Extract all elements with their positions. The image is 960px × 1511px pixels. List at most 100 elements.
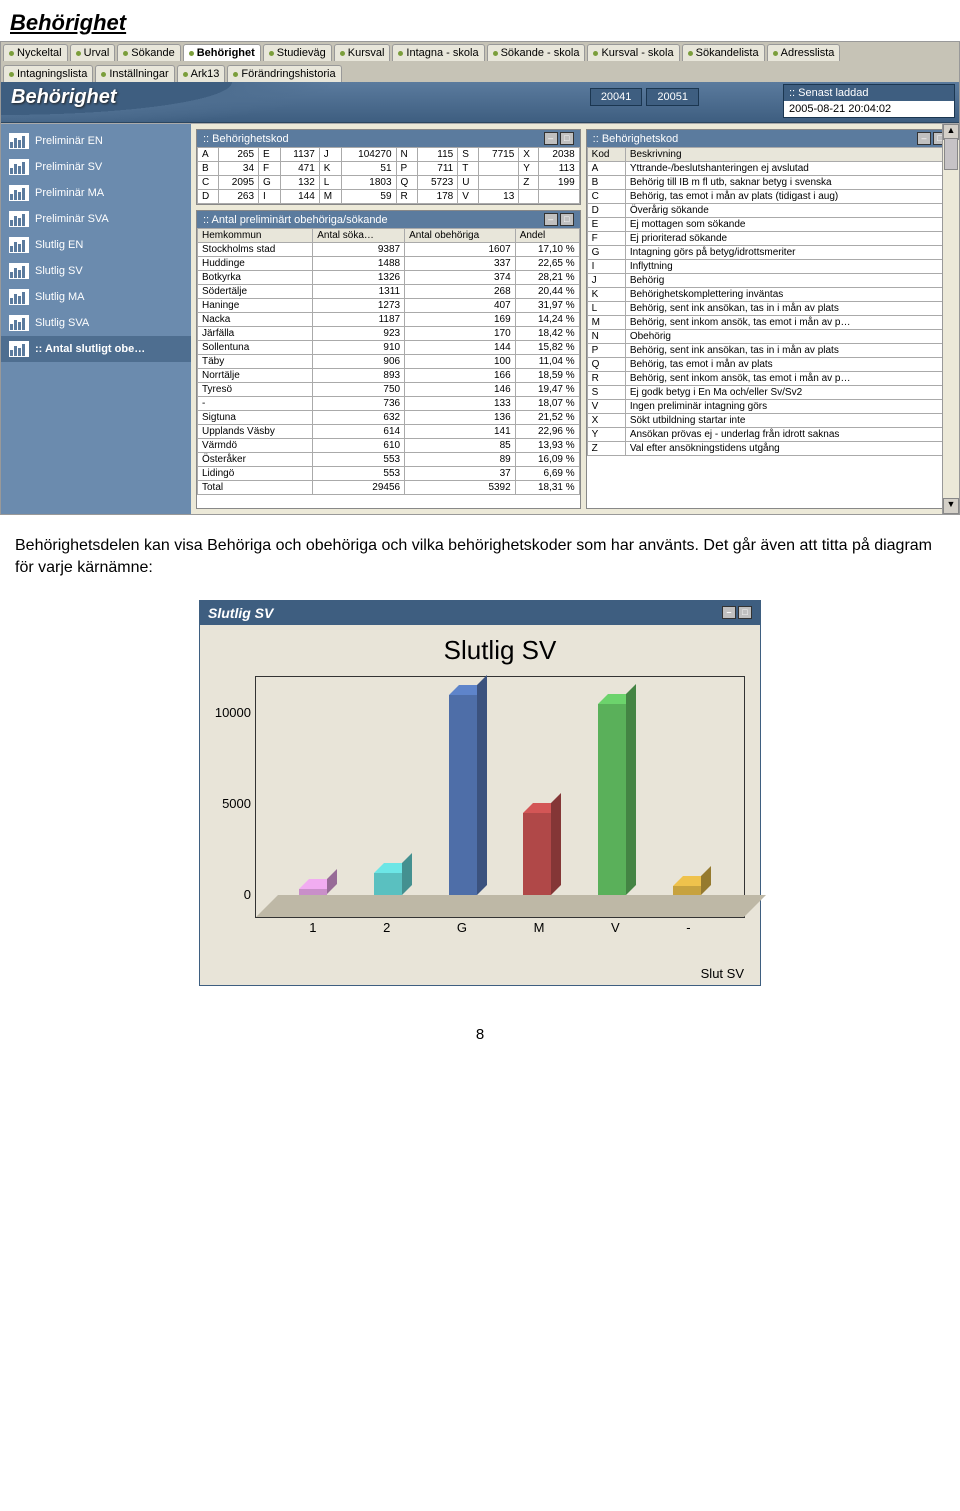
tab-dot-icon bbox=[269, 51, 274, 56]
col-header[interactable]: Hemkommun bbox=[198, 229, 313, 243]
panel-obehöriga: :: Antal preliminärt obehöriga/sökande –… bbox=[196, 210, 581, 509]
minimize-icon[interactable]: – bbox=[544, 213, 558, 226]
tab-dot-icon bbox=[493, 51, 498, 56]
table-row: Upplands Väsby61414122,96 % bbox=[198, 425, 580, 439]
cell: 144 bbox=[280, 190, 319, 204]
cell: 11,04 % bbox=[515, 355, 579, 369]
col-header[interactable]: Antal söka… bbox=[313, 229, 405, 243]
maximize-icon[interactable]: □ bbox=[738, 606, 752, 619]
vertical-scrollbar[interactable]: ▲ ▼ bbox=[942, 124, 959, 514]
maximize-icon[interactable]: □ bbox=[560, 132, 574, 145]
sidebar-item-6[interactable]: Slutlig MA bbox=[1, 284, 191, 310]
cell: 20,44 % bbox=[515, 285, 579, 299]
sidebar-item-5[interactable]: Slutlig SV bbox=[1, 258, 191, 284]
cell: 51 bbox=[342, 162, 396, 176]
cell: G bbox=[259, 176, 281, 190]
maximize-icon[interactable]: □ bbox=[560, 213, 574, 226]
cell: Södertälje bbox=[198, 285, 313, 299]
scroll-down-icon[interactable]: ▼ bbox=[943, 498, 959, 514]
year-button-20051[interactable]: 20051 bbox=[646, 88, 699, 106]
tab-f-r-ndringshistoria[interactable]: Förändringshistoria bbox=[227, 65, 341, 82]
tab-s-kande[interactable]: Sökande bbox=[117, 44, 180, 61]
tab-s-kandelista[interactable]: Sökandelista bbox=[682, 44, 765, 61]
minimize-icon[interactable]: – bbox=[917, 132, 931, 145]
sidebar-item-4[interactable]: Slutlig EN bbox=[1, 232, 191, 258]
sidebar-item-1[interactable]: Preliminär SV bbox=[1, 154, 191, 180]
cell: 2038 bbox=[539, 148, 579, 162]
tab-kursval[interactable]: Kursval bbox=[334, 44, 391, 61]
tab-studiev-g[interactable]: Studieväg bbox=[263, 44, 332, 61]
cell: 5392 bbox=[405, 481, 516, 495]
cell: Huddinge bbox=[198, 257, 313, 271]
panel-title: :: Antal preliminärt obehöriga/sökande bbox=[203, 214, 388, 226]
minimize-icon[interactable]: – bbox=[722, 606, 736, 619]
cell: 113 bbox=[539, 162, 579, 176]
col-header[interactable]: Andel bbox=[515, 229, 579, 243]
bar-chart-icon bbox=[9, 263, 29, 279]
cell: 85 bbox=[405, 439, 516, 453]
table-row: JBehörig bbox=[587, 274, 952, 288]
tab-adresslista[interactable]: Adresslista bbox=[767, 44, 841, 61]
cell: C bbox=[198, 176, 219, 190]
tab-dot-icon bbox=[101, 72, 106, 77]
cell: 337 bbox=[405, 257, 516, 271]
table-row: A265E1137J104270N115S7715X2038 bbox=[198, 148, 580, 162]
table-row: Nacka118716914,24 % bbox=[198, 313, 580, 327]
cell: 132 bbox=[280, 176, 319, 190]
obehor-table: HemkommunAntal söka…Antal obehörigaAndel… bbox=[197, 228, 580, 495]
col-header[interactable]: Kod bbox=[587, 148, 625, 162]
desc-table: KodBeskrivningAYttrande-/beslutshanterin… bbox=[587, 147, 953, 456]
table-row: BBehörig till IB m fl utb, saknar betyg … bbox=[587, 176, 952, 190]
y-tick-label: 5000 bbox=[211, 796, 251, 811]
sidebar-item-7[interactable]: Slutlig SVA bbox=[1, 310, 191, 336]
cell: 22,65 % bbox=[515, 257, 579, 271]
minimize-icon[interactable]: – bbox=[544, 132, 558, 145]
cell: 265 bbox=[218, 148, 258, 162]
cell: 170 bbox=[405, 327, 516, 341]
tab-dot-icon bbox=[233, 72, 238, 77]
sidebar-item-label: Slutlig MA bbox=[35, 291, 85, 303]
table-header-row: KodBeskrivning bbox=[587, 148, 952, 162]
col-header[interactable]: Antal obehöriga bbox=[405, 229, 516, 243]
cell: 263 bbox=[218, 190, 258, 204]
cell: Y bbox=[519, 162, 539, 176]
cell: - bbox=[198, 397, 313, 411]
cell: 1326 bbox=[313, 271, 405, 285]
cell: L bbox=[319, 176, 341, 190]
cell: A bbox=[198, 148, 219, 162]
tab-label: Nyckeltal bbox=[17, 47, 62, 59]
tab-dot-icon bbox=[9, 72, 14, 77]
tab-s-kande-skola[interactable]: Sökande - skola bbox=[487, 44, 586, 61]
year-button-20041[interactable]: 20041 bbox=[590, 88, 643, 106]
tab-kursval-skola[interactable]: Kursval - skola bbox=[587, 44, 679, 61]
tab-urval[interactable]: Urval bbox=[70, 44, 116, 61]
cell: 141 bbox=[405, 425, 516, 439]
tab-label: Behörighet bbox=[197, 47, 255, 59]
tab-ark13[interactable]: Ark13 bbox=[177, 65, 226, 82]
cell: I bbox=[259, 190, 281, 204]
cell: M bbox=[319, 190, 341, 204]
scroll-thumb[interactable] bbox=[944, 138, 958, 170]
tab-intagna-skola[interactable]: Intagna - skola bbox=[392, 44, 484, 61]
col-header[interactable]: Beskrivning bbox=[625, 148, 952, 162]
cell: 18,42 % bbox=[515, 327, 579, 341]
tab-intagningslista[interactable]: Intagningslista bbox=[3, 65, 93, 82]
sidebar-item-8[interactable]: :: Antal slutligt obe… bbox=[1, 336, 191, 362]
cell: Total bbox=[198, 481, 313, 495]
table-row: AYttrande-/beslutshanteringen ej avsluta… bbox=[587, 162, 952, 176]
sidebar-item-2[interactable]: Preliminär MA bbox=[1, 180, 191, 206]
cell: M bbox=[587, 316, 625, 330]
table-row: Norrtälje89316618,59 % bbox=[198, 369, 580, 383]
tab-beh-righet[interactable]: Behörighet bbox=[183, 44, 261, 61]
bar-2 bbox=[374, 873, 402, 895]
cell: 89 bbox=[405, 453, 516, 467]
panel-header: :: Behörighetskod – □ bbox=[197, 130, 580, 147]
sidebar-item-3[interactable]: Preliminär SVA bbox=[1, 206, 191, 232]
tab-inst-llningar[interactable]: Inställningar bbox=[95, 65, 174, 82]
cell: Upplands Väsby bbox=[198, 425, 313, 439]
panel-header: :: Antal preliminärt obehöriga/sökande –… bbox=[197, 211, 580, 228]
tab-nyckeltal[interactable]: Nyckeltal bbox=[3, 44, 68, 61]
sidebar-item-0[interactable]: Preliminär EN bbox=[1, 128, 191, 154]
cell: 37 bbox=[405, 467, 516, 481]
cell: 268 bbox=[405, 285, 516, 299]
